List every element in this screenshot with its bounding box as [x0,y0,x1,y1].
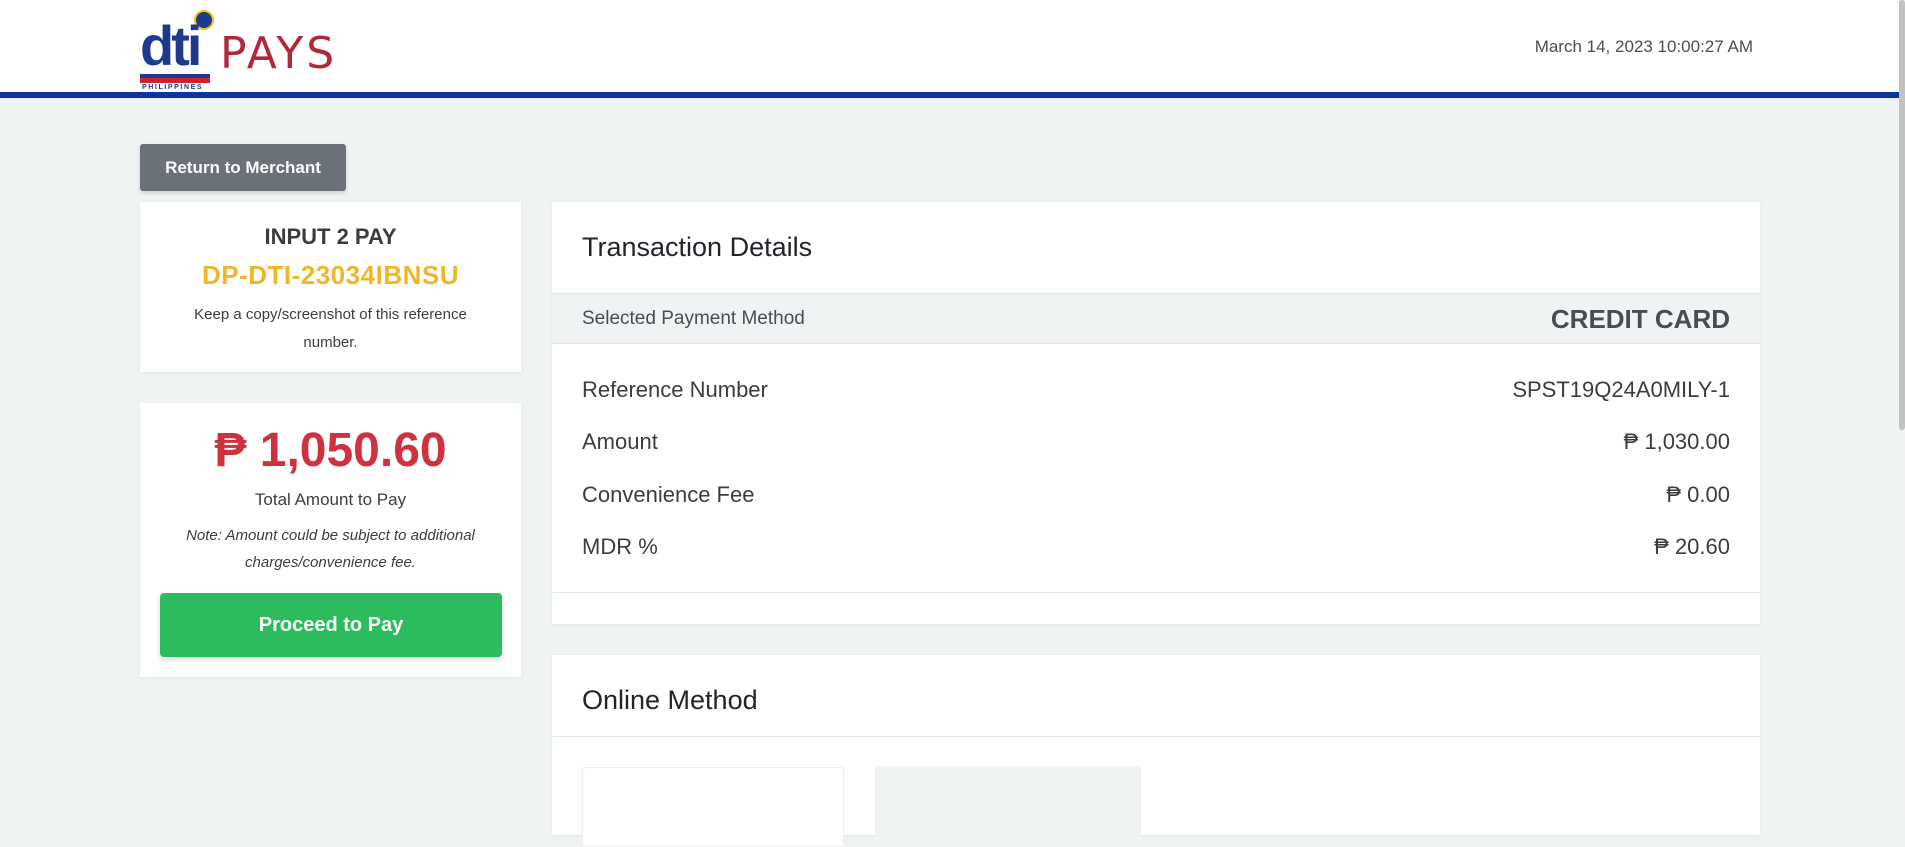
payment-method-value: CREDIT CARD [1550,304,1730,334]
detail-label: MDR % [582,534,658,559]
transaction-details-card: Transaction Details Selected Payment Met… [552,202,1760,624]
total-card: ₱ 1,050.60 Total Amount to Pay Note: Amo… [140,403,521,677]
divider [552,736,1760,737]
reference-hint: Keep a copy/screenshot of this reference… [194,306,467,351]
detail-value: SPST19Q24A0MILY-1 [1512,377,1730,402]
total-amount: ₱ 1,050.60 [214,424,447,477]
detail-value: ₱ 1,030.00 [1623,429,1730,454]
logo-country-text: PHILIPPINES [142,84,204,91]
transaction-details-header: Transaction Details [552,202,1760,294]
reference-card-title: INPUT 2 PAY [264,224,397,249]
logo-dti-text: dti [140,14,202,77]
transaction-details-title: Transaction Details [582,232,813,262]
scrollbar-thumb[interactable] [1899,0,1905,430]
total-amount-note: Note: Amount could be subject to additio… [186,527,475,571]
detail-row-amount: Amount ₱ 1,030.00 [582,429,1730,469]
payment-method-row: Selected Payment Method CREDIT CARD [552,294,1760,344]
detail-label: Amount [582,429,658,454]
page-scrollbar[interactable] [1899,0,1905,821]
reference-card: INPUT 2 PAY DP-DTI-23034IBNSU Keep a cop… [140,202,521,372]
reference-number: DP-DTI-23034IBNSU [201,260,459,290]
logo-stripe-red [140,78,210,83]
detail-row-reference: Reference Number SPST19Q24A0MILY-1 [582,377,1730,417]
online-method-title: Online Method [582,685,758,715]
detail-label: Convenience Fee [582,482,755,507]
proceed-to-pay-button[interactable]: Proceed to Pay [160,593,502,657]
divider [552,592,1760,593]
logo-pays-text: PAYS [220,28,338,79]
detail-row-mdr: MDR % ₱ 20.60 [582,534,1730,574]
dti-pays-logo[interactable]: dti PAYS PHILIPPINES [140,10,350,91]
header-datetime: March 14, 2023 10:00:27 AM [1534,37,1753,56]
top-header: dti PAYS PHILIPPINES March 14, 2023 10:0… [0,0,1899,98]
total-amount-label: Total Amount to Pay [254,490,407,509]
online-method-card: Online Method [552,655,1760,847]
payment-method-label: Selected Payment Method [582,308,805,329]
detail-value: ₱ 20.60 [1654,534,1730,559]
detail-value: ₱ 0.00 [1666,482,1730,507]
detail-row-convenience-fee: Convenience Fee ₱ 0.00 [582,482,1730,522]
payment-option-card[interactable] [582,767,844,847]
detail-label: Reference Number [582,377,768,402]
payment-option-card[interactable] [875,767,1141,847]
return-to-merchant-button[interactable]: Return to Merchant [140,144,346,191]
